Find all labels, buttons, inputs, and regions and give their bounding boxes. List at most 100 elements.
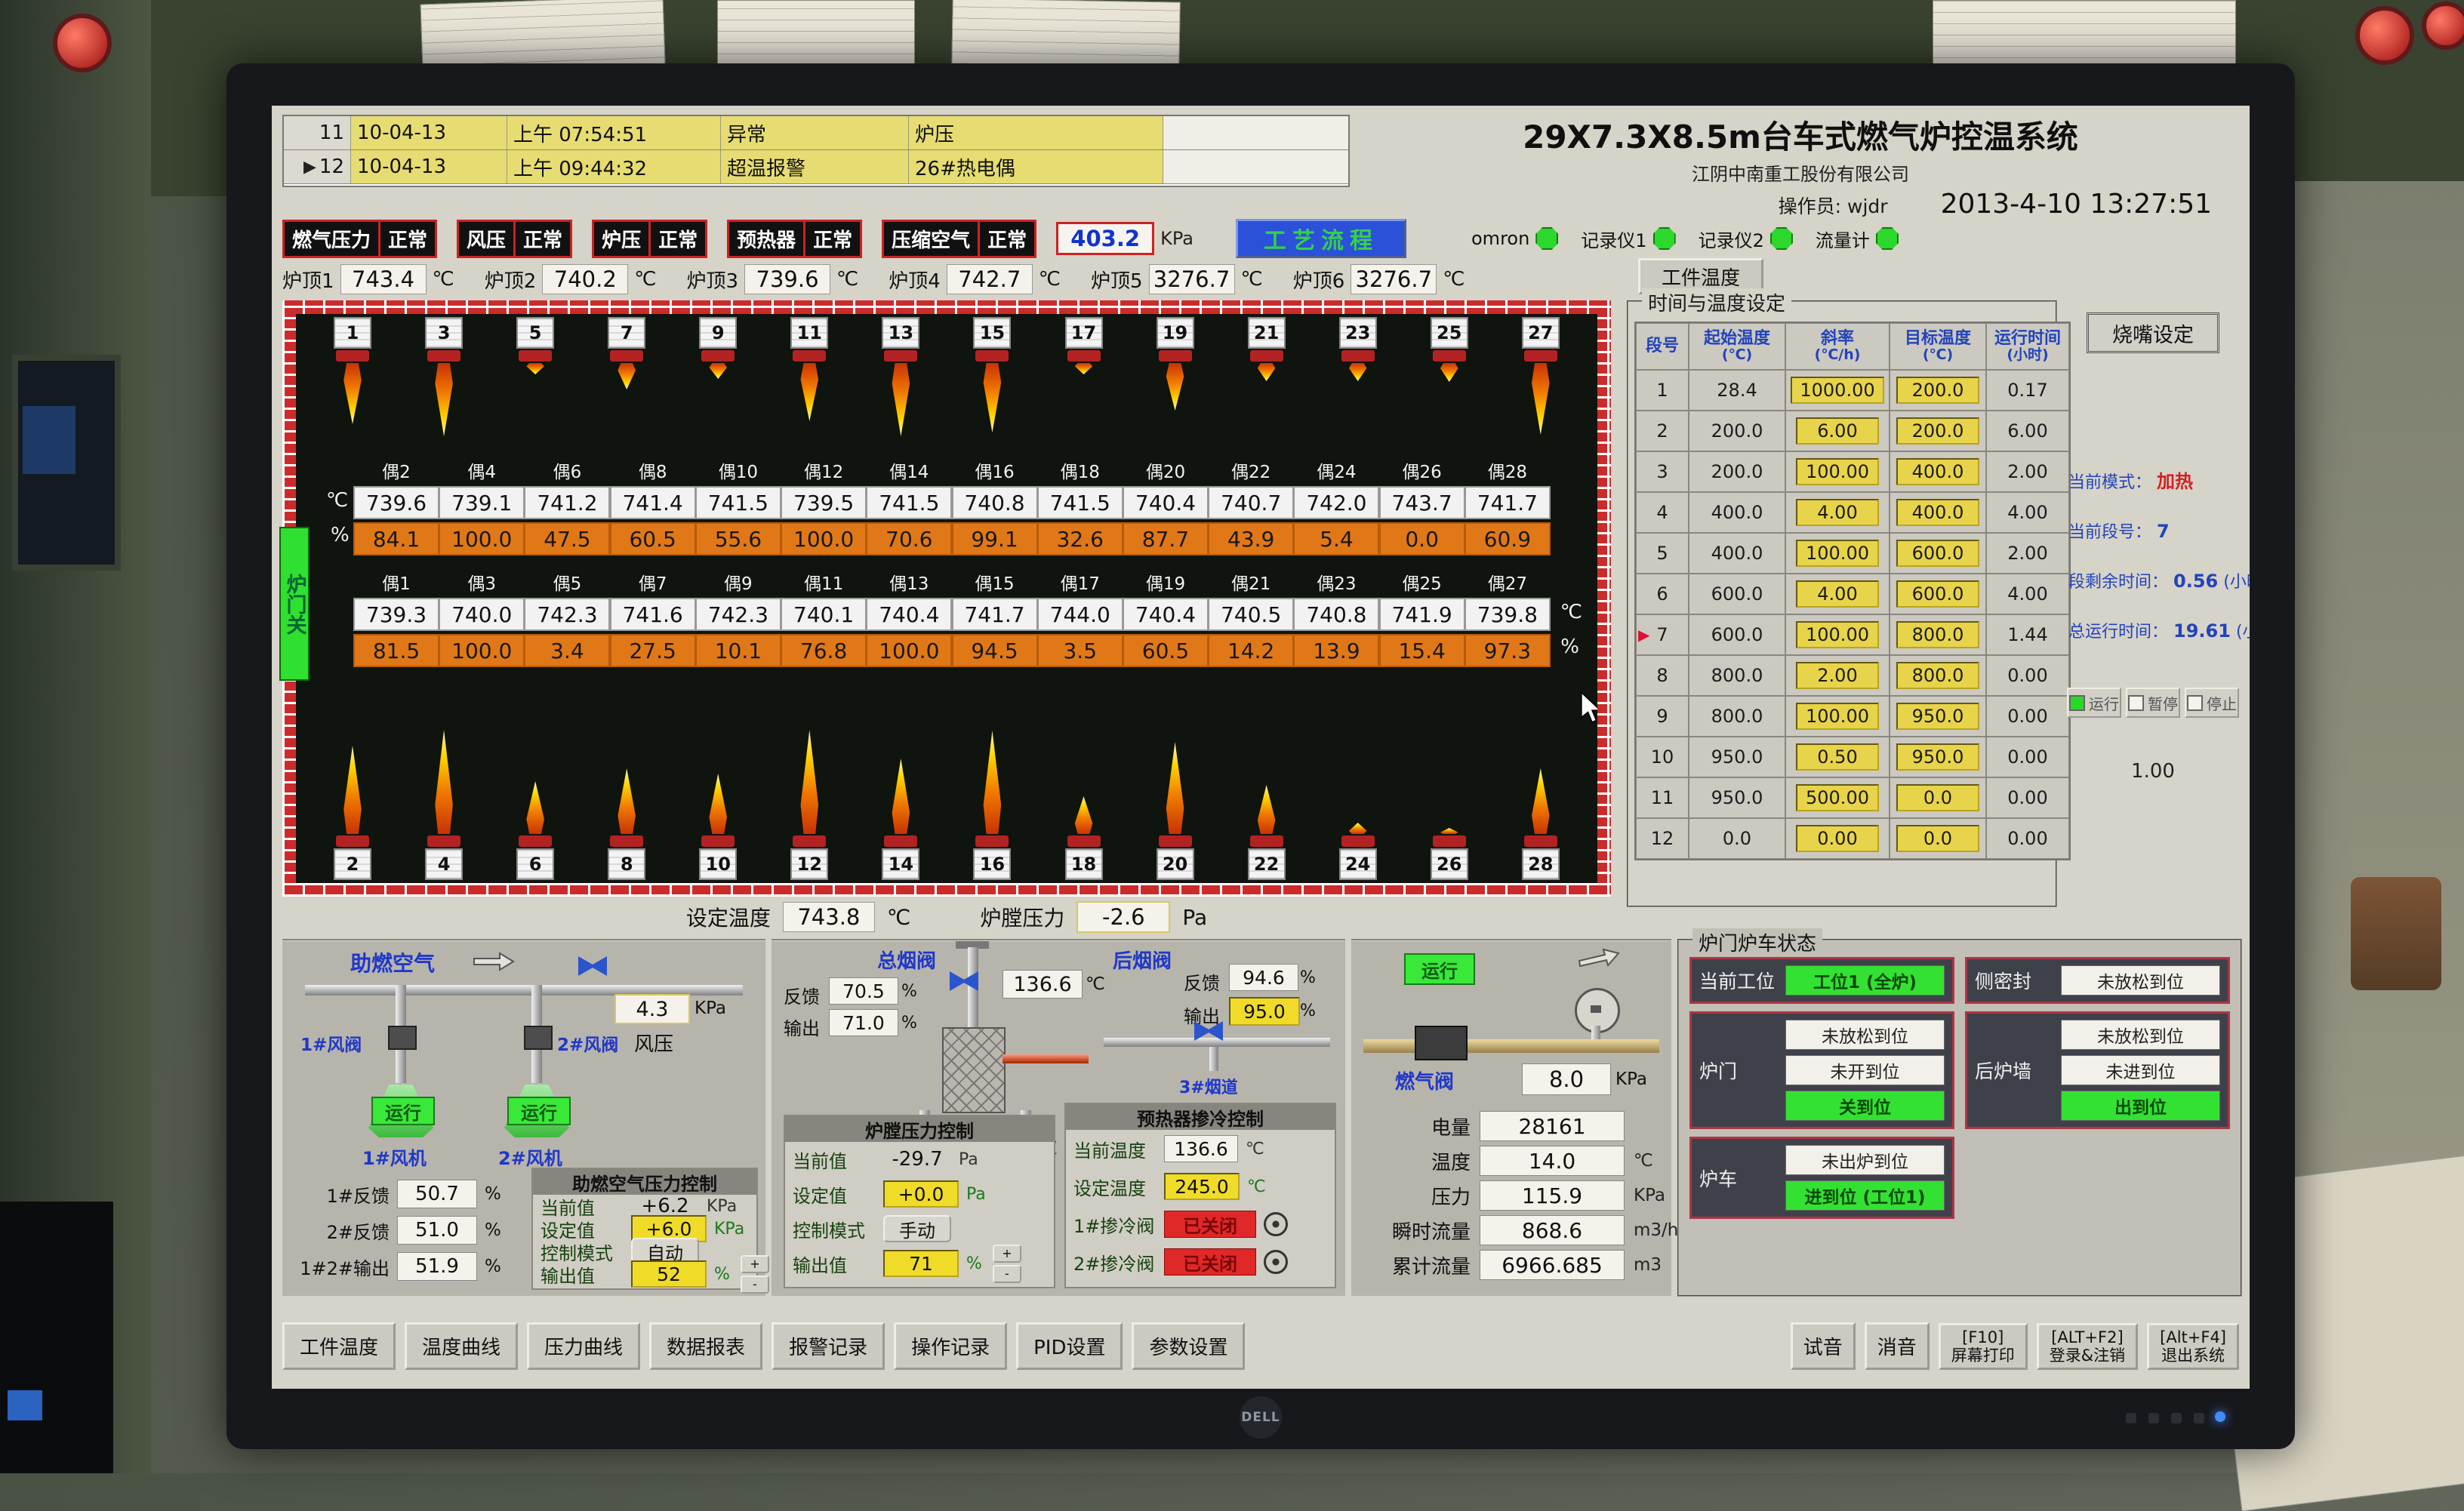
alarm-row[interactable]: ▶1210-04-13上午 09:44:32超温报警26#热电偶 xyxy=(284,150,1348,184)
target-temp-value[interactable]: 600.0 xyxy=(1896,540,1979,567)
slope-value[interactable]: 100.00 xyxy=(1796,703,1879,730)
target-temp-value[interactable]: 0.0 xyxy=(1896,784,1979,811)
control-panel-title: 预热器掺冷控制 xyxy=(1066,1104,1335,1130)
control-row-unit: % xyxy=(714,1265,730,1284)
toolbar-button[interactable]: 压力曲线 xyxy=(527,1322,640,1370)
company-name: 江阴中南重工股份有限公司 xyxy=(1366,159,2235,186)
bottom-burner: 18 xyxy=(1065,796,1103,880)
segment-number: 11 xyxy=(1651,787,1674,808)
control-setpoint-field[interactable]: 71 xyxy=(883,1250,959,1277)
toolbar-button[interactable]: 工件温度 xyxy=(282,1322,396,1370)
start-temp-cell: 0.0 xyxy=(1689,818,1785,859)
toolbar-button[interactable]: [ALT+F2] 登录&注销 xyxy=(2037,1323,2138,1370)
toolbar-button[interactable]: 参数设置 xyxy=(1132,1322,1245,1370)
pause-toggle[interactable]: 暂停 xyxy=(2126,688,2180,718)
target-temp-value[interactable]: 400.0 xyxy=(1896,499,1979,526)
monitor-button[interactable] xyxy=(2126,1413,2136,1423)
top-temp-label: 炉顶3 xyxy=(687,266,739,294)
flame-icon xyxy=(707,774,728,834)
increment-button[interactable]: + xyxy=(741,1255,769,1273)
control-current-value: 136.6 xyxy=(1164,1135,1238,1162)
flame-icon xyxy=(1256,363,1277,381)
target-temp-value[interactable]: 400.0 xyxy=(1896,458,1979,485)
slope-value[interactable]: 100.00 xyxy=(1796,621,1879,648)
control-setpoint-field[interactable]: 245.0 xyxy=(1164,1173,1240,1200)
control-panel-title: 助燃空气压力控制 xyxy=(533,1169,756,1195)
toolbar-button[interactable]: [F10] 屏幕打印 xyxy=(1939,1323,2028,1370)
target-temp-value[interactable]: 800.0 xyxy=(1896,662,1979,689)
slope-value[interactable]: 2.00 xyxy=(1796,662,1879,689)
main-flue-valve-icon[interactable] xyxy=(950,971,978,991)
slope-value[interactable]: 1000.00 xyxy=(1791,377,1883,404)
burner-settings-panel: 烧嘴设定 当前模式： 加热 当前段号： 7 段剩余时间： 0.56 (小时) 总… xyxy=(2067,300,2239,904)
toolbar-button[interactable]: 数据报表 xyxy=(649,1322,762,1370)
target-temp-value[interactable]: 200.0 xyxy=(1896,377,1979,404)
gas-valve-icon[interactable] xyxy=(1415,1026,1468,1060)
burner-block-icon xyxy=(1159,836,1192,847)
door-group-label: 当前工位 xyxy=(1699,967,1778,994)
slope-value[interactable]: 4.00 xyxy=(1796,499,1879,526)
decrement-button[interactable]: - xyxy=(993,1265,1021,1283)
increment-button[interactable]: + xyxy=(993,1245,1021,1263)
control-setpoint-field[interactable]: 52 xyxy=(631,1260,707,1288)
burner-number: 9 xyxy=(699,317,737,349)
alarm-index-text: 11 xyxy=(319,122,344,144)
rear-flue-output[interactable]: 95.0 xyxy=(1229,997,1300,1026)
toolbar-button[interactable]: 报警记录 xyxy=(772,1322,885,1370)
current-segment-line: 当前段号： 7 xyxy=(2068,519,2239,543)
target-temp-value[interactable]: 950.0 xyxy=(1896,703,1979,730)
thermocouple-readout: 偶2739.684.1 xyxy=(355,457,438,555)
run-toggle[interactable]: 运行 xyxy=(2067,688,2121,718)
segment-number: 4 xyxy=(1656,502,1668,523)
unit-percent: % xyxy=(331,524,350,546)
slope-value[interactable]: 0.50 xyxy=(1796,743,1879,771)
target-temp-value[interactable]: 800.0 xyxy=(1896,621,1979,648)
wind-pressure-value: 4.3 xyxy=(614,994,690,1024)
start-temp-cell: 200.0 xyxy=(1689,411,1785,451)
control-setpoint-field[interactable]: +0.0 xyxy=(883,1180,959,1208)
toolbar-button[interactable]: 操作记录 xyxy=(894,1322,1007,1370)
slope-value[interactable]: 500.00 xyxy=(1796,784,1879,811)
top-temp-label: 炉顶5 xyxy=(1091,266,1143,294)
slope-value[interactable]: 4.00 xyxy=(1796,580,1879,608)
segment-number-cell: 3 xyxy=(1636,451,1689,492)
air-valve1-icon[interactable] xyxy=(388,1026,417,1050)
monitor-button[interactable] xyxy=(2194,1413,2204,1423)
thermocouple-name: 偶24 xyxy=(1317,457,1356,483)
thermocouple-temp: 744.0 xyxy=(1037,598,1123,631)
toolbar-button[interactable]: PID设置 xyxy=(1016,1322,1123,1370)
decrement-button[interactable]: - xyxy=(741,1276,769,1294)
slope-value[interactable]: 100.00 xyxy=(1796,540,1879,567)
slope-cell: 2.00 xyxy=(1785,655,1890,696)
monitor-button[interactable] xyxy=(2148,1413,2159,1423)
toolbar-button[interactable]: 试音 xyxy=(1791,1322,1856,1370)
alarm-row[interactable]: 1110-04-13上午 07:54:51异常炉压 xyxy=(284,116,1348,150)
monitor-button[interactable] xyxy=(2171,1413,2182,1423)
alarm-index: ▶12 xyxy=(284,150,351,183)
slope-value[interactable]: 100.00 xyxy=(1796,458,1879,485)
air-main-valve-icon[interactable] xyxy=(578,956,607,976)
flue-temp-value: 136.6 xyxy=(1003,970,1083,999)
control-mode-button[interactable]: 手动 xyxy=(883,1215,951,1242)
top-temp-value: 3276.7 xyxy=(1149,264,1235,294)
target-temp-value[interactable]: 950.0 xyxy=(1896,743,1979,771)
process-flow-button[interactable]: 工艺流程 xyxy=(1236,219,1406,258)
slope-value[interactable]: 6.00 xyxy=(1796,417,1879,445)
toolbar-button[interactable]: 消音 xyxy=(1865,1322,1930,1370)
target-temp-value[interactable]: 0.0 xyxy=(1896,825,1979,852)
slope-value[interactable]: 0.00 xyxy=(1796,825,1879,852)
thermocouple-name: 偶26 xyxy=(1402,457,1441,483)
toolbar-button[interactable]: 温度曲线 xyxy=(405,1322,518,1370)
toolbar-button[interactable]: [Alt+F4] 退出系统 xyxy=(2147,1323,2239,1370)
target-temp-value[interactable]: 200.0 xyxy=(1896,417,1979,445)
target-temp-value[interactable]: 600.0 xyxy=(1896,580,1979,608)
gas-pressure-box-unit: KPa xyxy=(1615,1069,1647,1089)
burner-block-icon xyxy=(1341,350,1375,362)
stop-toggle[interactable]: 停止 xyxy=(2185,688,2239,718)
desk-jar xyxy=(2351,877,2441,990)
green-led-icon xyxy=(1770,227,1793,250)
air-valve2-icon[interactable] xyxy=(524,1026,553,1050)
emergency-button[interactable] xyxy=(53,14,112,72)
control-current-value: +6.2 xyxy=(631,1195,699,1217)
burner-setting-button[interactable]: 烧嘴设定 xyxy=(2087,312,2219,353)
